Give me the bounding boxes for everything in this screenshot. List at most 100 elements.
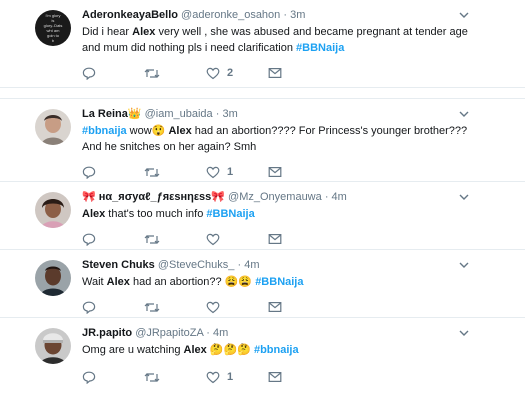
highlighted-term: Alex <box>82 208 106 220</box>
chevron-down-icon[interactable] <box>458 192 470 202</box>
timestamp[interactable]: 4m <box>244 259 259 271</box>
retweet-button[interactable] <box>144 300 167 314</box>
reply-button[interactable] <box>82 66 96 80</box>
tweet-header: JR.papito @JRpapitoZA · 4m <box>82 326 465 340</box>
retweet-button[interactable] <box>144 165 167 179</box>
separator-dot: · <box>215 108 220 120</box>
hashtag-link[interactable]: #BBNaija <box>206 208 254 220</box>
like-button[interactable]: 1 <box>206 165 233 179</box>
highlighted-term: Alex <box>132 26 156 38</box>
tweet-text: #bbnaija wow😲 Alex had an abortion???? F… <box>82 123 485 155</box>
tweet[interactable]: JR.papito @JRpapitoZA · 4m Omg are u wat… <box>0 318 525 410</box>
avatar[interactable] <box>35 328 71 364</box>
heart-icon <box>206 166 220 178</box>
reply-button[interactable] <box>82 232 96 246</box>
timestamp[interactable]: 4m <box>213 327 228 339</box>
astonished-emoji: 😲 <box>151 125 166 137</box>
retweet-button[interactable] <box>144 66 167 80</box>
weary-emoji: 😩😩 <box>224 276 253 288</box>
dm-button[interactable] <box>268 165 282 179</box>
heart-icon <box>206 371 220 383</box>
reply-icon <box>82 301 96 314</box>
hashtag-link[interactable]: #BBNaija <box>255 276 303 288</box>
envelope-icon <box>268 372 282 383</box>
user-handle[interactable]: @Mz_Onyemauwa <box>228 191 322 203</box>
hashtag-link[interactable]: #BBNaija <box>296 42 344 54</box>
retweet-button[interactable] <box>144 370 167 384</box>
heart-icon <box>206 301 220 313</box>
chevron-down-icon[interactable] <box>458 109 470 119</box>
thinking-emoji: 🤔🤔🤔 <box>209 344 251 356</box>
tweet[interactable]: Steven Chuks @SteveChuks_ · 4m Wait Alex… <box>0 250 525 318</box>
display-name[interactable]: Steven Chuks <box>82 259 155 271</box>
display-name[interactable]: 🎀 нα_яσуαℓ_ƒяεѕнηεѕѕ🎀 <box>82 191 225 203</box>
tweet-actions <box>82 300 302 314</box>
avatar[interactable] <box>35 260 71 296</box>
like-button[interactable] <box>206 300 227 314</box>
tweet-actions: 1 <box>82 165 302 179</box>
heart-icon <box>206 233 220 245</box>
chevron-down-icon[interactable] <box>458 260 470 270</box>
tweet[interactable]: 🎀 нα_яσуαℓ_ƒяεѕнηεѕѕ🎀 @Mz_Onyemauwa · 4m… <box>0 182 525 250</box>
tweet-actions <box>82 232 302 246</box>
retweet-icon <box>144 234 160 244</box>
retweet-icon <box>144 167 160 177</box>
highlighted-term: Alex <box>106 276 130 288</box>
separator-dot: · <box>283 9 288 21</box>
dm-button[interactable] <box>268 232 282 246</box>
tweet-header: 🎀 нα_яσуαℓ_ƒяεѕнηεѕѕ🎀 @Mz_Onyemauwa · 4m <box>82 190 465 204</box>
avatar[interactable]: I'm glory is glory..Dats wht am goin to … <box>35 10 71 46</box>
tweet-header: AderonkeayaBello @aderonke_osahon · 3m <box>82 8 465 22</box>
separator-dot: · <box>206 327 210 339</box>
timestamp[interactable]: 3m <box>222 108 237 120</box>
reply-button[interactable] <box>82 300 96 314</box>
reply-icon <box>82 233 96 246</box>
tweet-text: Omg are u watching Alex 🤔🤔🤔 #bbnaija <box>82 342 485 358</box>
user-handle[interactable]: @iam_ubaida <box>145 108 213 120</box>
dm-button[interactable] <box>268 66 282 80</box>
tweet-actions: 1 <box>82 370 302 384</box>
user-handle[interactable]: @JRpapitoZA <box>135 327 203 339</box>
display-name[interactable]: AderonkeayaBello <box>82 9 178 21</box>
display-name[interactable]: JR.papito <box>82 327 132 339</box>
tweet-text: Alex that's too much info #BBNaija <box>82 206 485 222</box>
like-count: 2 <box>227 67 234 79</box>
avatar[interactable] <box>35 109 71 145</box>
highlighted-term: Alex <box>168 125 192 137</box>
reply-button[interactable] <box>82 370 96 384</box>
chevron-down-icon[interactable] <box>458 10 470 20</box>
user-handle[interactable]: @SteveChuks_ <box>158 259 235 271</box>
chevron-down-icon[interactable] <box>458 328 470 338</box>
tweet[interactable]: I'm glory is glory..Dats wht am goin to … <box>0 0 525 88</box>
like-count: 1 <box>227 371 234 383</box>
retweet-button[interactable] <box>144 232 167 246</box>
reply-button[interactable] <box>82 165 96 179</box>
user-handle[interactable]: @aderonke_osahon <box>181 9 280 21</box>
display-name[interactable]: La Reina <box>82 108 128 120</box>
timestamp[interactable]: 3m <box>290 9 305 21</box>
hashtag-link[interactable]: #bbnaija <box>254 344 299 356</box>
reply-icon <box>82 371 96 384</box>
crown-emoji: 👑 <box>127 108 142 120</box>
timestamp[interactable]: 4m <box>332 191 347 203</box>
retweet-icon <box>144 302 160 312</box>
tweet-text: Wait Alex had an abortion?? 😩😩 #BBNaija <box>82 274 485 290</box>
dm-button[interactable] <box>268 370 282 384</box>
dm-button[interactable] <box>268 300 282 314</box>
like-button[interactable] <box>206 232 227 246</box>
tweet[interactable]: La Reina👑 @iam_ubaida · 3m #bbnaija wow😲… <box>0 98 525 182</box>
reply-icon <box>82 166 96 179</box>
reply-icon <box>82 67 96 80</box>
tweet-text-part: wow <box>126 125 152 137</box>
tweet-text-part: Did i hear <box>82 26 133 38</box>
tweet-feed: I'm glory is glory..Dats wht am goin to … <box>0 0 525 410</box>
envelope-icon <box>268 302 282 313</box>
like-button[interactable]: 2 <box>206 66 233 80</box>
envelope-icon <box>268 234 282 245</box>
retweet-icon <box>144 372 160 382</box>
tweet-text-part: that's too much info <box>105 208 207 220</box>
hashtag-link[interactable]: #bbnaija <box>82 125 127 137</box>
like-button[interactable]: 1 <box>206 370 233 384</box>
avatar[interactable] <box>35 192 71 228</box>
separator-dot: · <box>237 259 242 271</box>
